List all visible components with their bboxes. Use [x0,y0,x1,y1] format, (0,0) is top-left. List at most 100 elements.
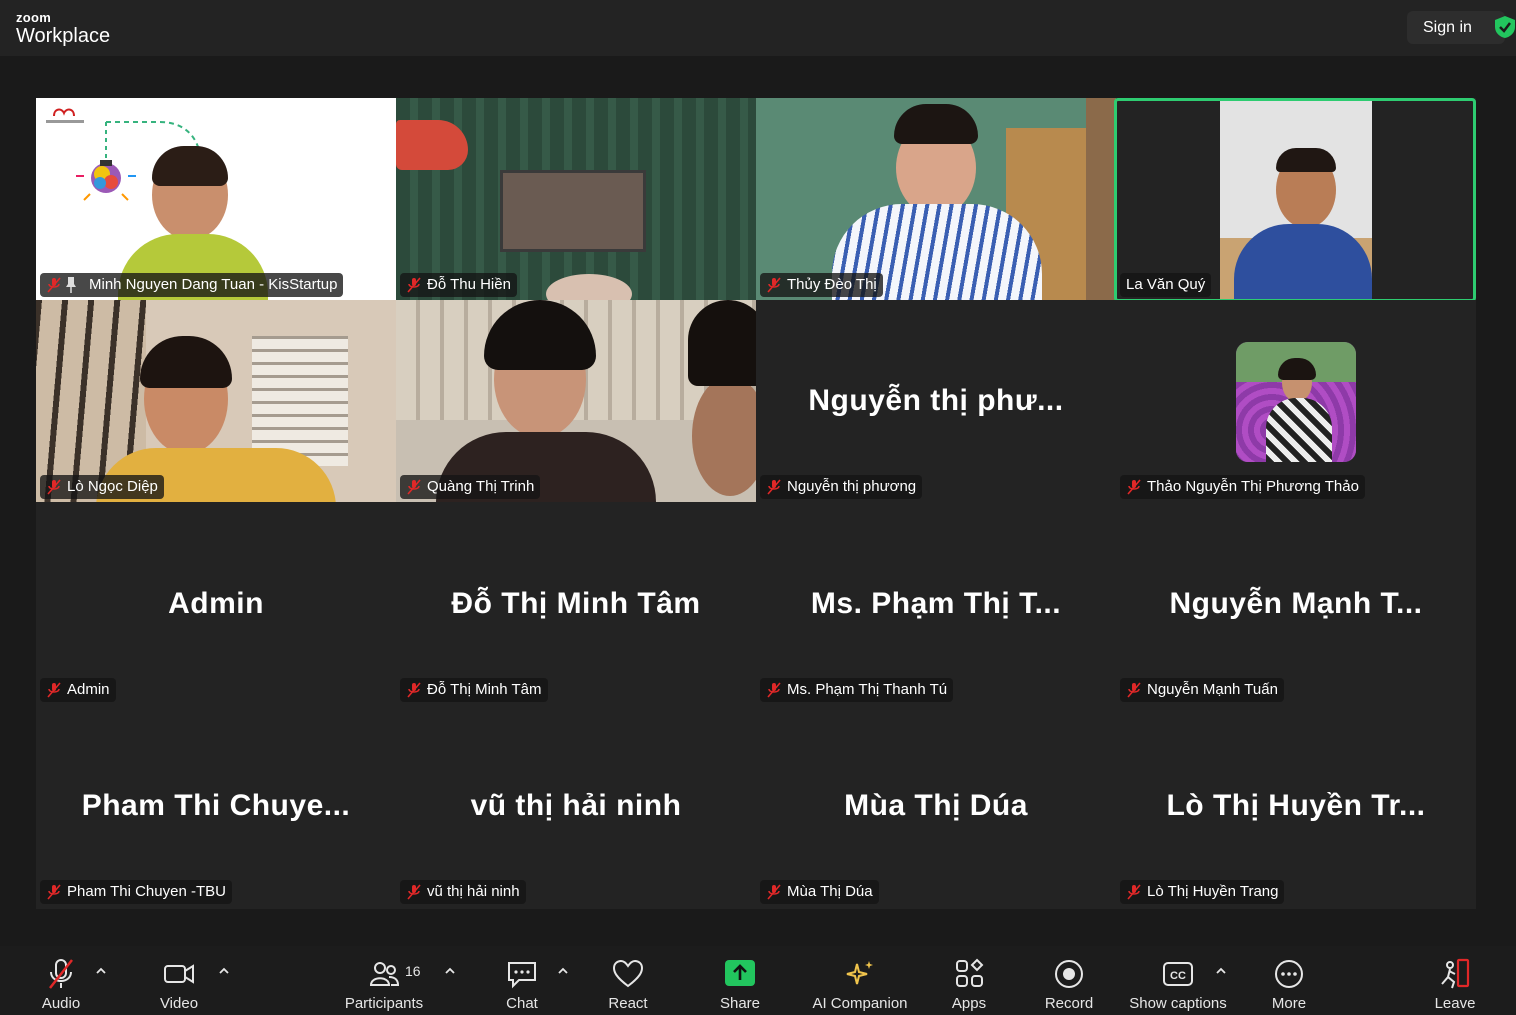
participant-name-tag: Thảo Nguyễn Thị Phương Thảo [1120,475,1365,499]
participant-name: La Văn Quý [1126,276,1206,293]
muted-mic-icon [1127,682,1141,698]
tv-screen [500,170,646,252]
participant-name: Lò Ngọc Diệp [67,478,158,495]
more-options-icon [1275,960,1303,988]
muted-mic-icon [407,479,421,495]
participant-display-name: Ms. Phạm Thị T... [810,587,1062,620]
participant-name-tag: Minh Nguyen Dang Tuan - KisStartup [40,273,344,297]
participant-tile[interactable]: Lò Ngọc Diệp [36,300,396,502]
video-options-chevron-up-icon[interactable] [217,964,231,978]
video-feed [756,98,1116,300]
chat-options-chevron-up-icon[interactable] [556,964,570,978]
participant-tile[interactable]: Nguyễn Mạnh T... Nguyễn Mạnh Tuấn [1116,503,1476,705]
zoom-logo-small: zoom [16,10,52,25]
profile-avatar [1236,342,1356,462]
muted-mic-icon [767,884,781,900]
sign-in-button[interactable]: Sign in [1407,11,1505,44]
security-shield-icon[interactable] [1494,15,1516,39]
participant-name-tag: vũ thị hải ninh [400,880,526,904]
meeting-controls-toolbar: Audio Video 16 Participants Chat React S… [0,946,1516,1015]
avatar-hair [1278,358,1316,380]
participant-name: vũ thị hải ninh [427,883,520,900]
chat-button[interactable]: Chat [492,946,552,1015]
muted-microphone-icon [49,959,73,989]
captions-options-chevron-up-icon[interactable] [1214,964,1228,978]
participant-name-tag: Nguyễn thị phương [760,475,923,499]
participant-tile[interactable]: La Văn Quý [1116,98,1476,300]
video-feed [1116,98,1476,300]
participant-display-name: Nguyễn Mạnh T... [1169,587,1423,620]
participant-display-name: Mùa Thị Dúa [844,789,1028,822]
participant-tile[interactable]: vũ thị hải ninh vũ thị hải ninh [396,705,756,907]
participant-name: Quàng Thị Trinh [427,478,535,495]
participant-tile[interactable]: Lò Thị Huyền Tr... Lò Thị Huyền Trang [1116,705,1476,907]
participant-name: Nguyễn Mạnh Tuấn [1147,681,1278,698]
video-button[interactable]: Video [148,946,210,1015]
video-camera-icon [164,964,194,984]
participant-name-tag: Đỗ Thị Minh Tâm [400,678,548,702]
participant-tile[interactable]: Đỗ Thu Hiền [396,98,756,300]
svg-text:CC: CC [1170,970,1186,982]
participant-name-tag: Đỗ Thu Hiền [400,273,517,297]
participant-tile[interactable]: Thủy Đèo Thị [756,98,1116,300]
muted-mic-icon [47,277,61,293]
apps-button[interactable]: Apps [940,946,998,1015]
participant-name-tag: Admin [40,678,116,702]
video-feed [36,300,396,502]
muted-mic-icon [407,277,421,293]
audio-options-chevron-up-icon[interactable] [94,964,108,978]
muted-mic-icon [47,479,61,495]
ai-companion-label: AI Companion [812,995,908,1012]
pin-icon [66,277,76,293]
leave-button[interactable]: Leave [1426,946,1484,1015]
react-label: React [608,995,648,1012]
participant-name: Thủy Đèo Thị [787,276,877,293]
participant-name: Minh Nguyen Dang Tuan - KisStartup [89,276,338,293]
participant-tile[interactable]: Quàng Thị Trinh [396,300,756,502]
participant-tile[interactable]: Pham Thi Chuye... Pham Thi Chuyen -TBU [36,705,396,907]
muted-mic-icon [767,277,781,293]
muted-mic-icon [1127,884,1141,900]
participant-name: Thảo Nguyễn Thị Phương Thảo [1147,478,1359,495]
participant-hair [894,104,978,144]
react-button[interactable]: React [598,946,658,1015]
participant-tile[interactable]: Đỗ Thị Minh Tâm Đỗ Thị Minh Tâm [396,503,756,705]
muted-mic-icon [767,479,781,495]
participant-tile[interactable]: Mùa Thị Dúa Mùa Thị Dúa [756,705,1116,907]
participant-display-name: Pham Thi Chuye... [81,789,351,822]
participant-tile[interactable]: Ms. Phạm Thị T... Ms. Phạm Thị Thanh Tú [756,503,1116,705]
participant-name: Mùa Thị Dúa [787,883,873,900]
participant-name: Pham Thi Chuyen -TBU [67,883,226,900]
participant-display-name: Lò Thị Huyền Tr... [1166,789,1426,822]
closed-captions-icon: CC [1163,962,1193,986]
participants-button[interactable]: 16 Participants [338,946,430,1015]
participant-name-tag: Mùa Thị Dúa [760,880,879,904]
more-button[interactable]: More [1260,946,1318,1015]
share-button[interactable]: Share [710,946,770,1015]
participant-name: Admin [67,681,110,698]
video-feed [396,300,756,502]
participant-tile[interactable]: Minh Nguyen Dang Tuan - KisStartup [36,98,396,300]
audio-button[interactable]: Audio [30,946,92,1015]
participant-name-tag: Nguyễn Mạnh Tuấn [1120,678,1284,702]
participants-icon [369,962,400,986]
participants-label: Participants [344,995,424,1012]
participant-tile[interactable]: Admin Admin [36,503,396,705]
participant-tile[interactable]: Nguyễn thị phư... Nguyễn thị phương [756,300,1116,502]
participant-tile[interactable]: Thảo Nguyễn Thị Phương Thảo [1116,300,1476,502]
participant-name-tag: Lò Ngọc Diệp [40,475,164,499]
muted-mic-icon [47,884,61,900]
record-icon [1055,960,1083,988]
ai-companion-button[interactable]: AI Companion [806,946,914,1015]
participant-name: Ms. Phạm Thị Thanh Tú [787,681,948,698]
participant-display-name: Đỗ Thị Minh Tâm [451,587,701,620]
show-captions-button[interactable]: CC Show captions [1126,946,1230,1015]
muted-mic-icon [407,682,421,698]
record-button[interactable]: Record [1038,946,1100,1015]
muted-mic-icon [407,884,421,900]
participants-options-chevron-up-icon[interactable] [443,964,457,978]
video-label: Video [159,995,199,1012]
share-screen-icon [725,960,755,986]
participant-name-tag: Ms. Phạm Thị Thanh Tú [760,678,954,702]
chat-bubble-icon [508,962,536,989]
